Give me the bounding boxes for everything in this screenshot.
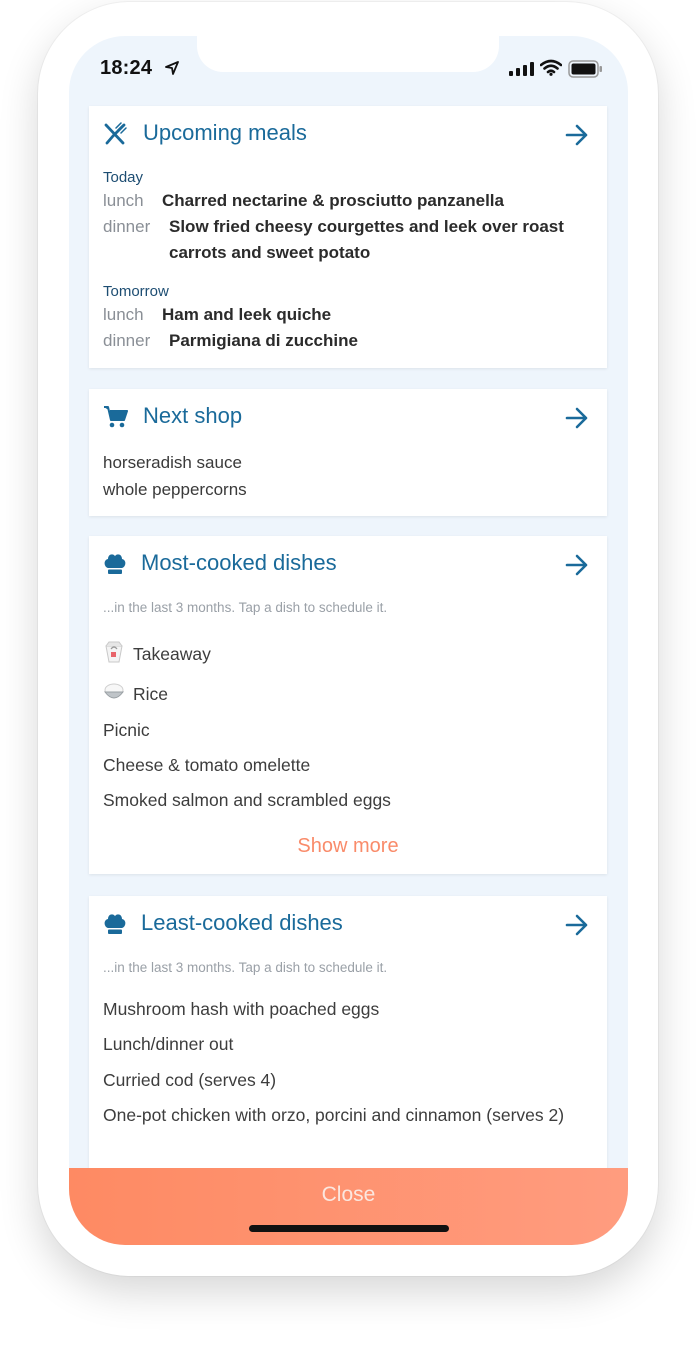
dish-name: Lunch/dinner out xyxy=(103,1034,234,1054)
card-title: Most-cooked dishes xyxy=(141,550,337,575)
meal-row[interactable]: dinner Parmigiana di zucchine xyxy=(103,328,593,354)
chef-hat-icon xyxy=(104,914,126,934)
cart-icon xyxy=(104,406,128,428)
shopping-item: horseradish sauce xyxy=(103,453,242,472)
meal-type: dinner xyxy=(103,217,151,236)
card-title: Least-cooked dishes xyxy=(141,910,343,935)
meal-row[interactable]: lunch Charred nectarine & prosciutto pan… xyxy=(103,188,593,214)
card-title: Next shop xyxy=(143,403,243,428)
takeaway-box-icon xyxy=(105,641,123,663)
location-arrow-icon xyxy=(165,61,179,75)
meal-type: dinner xyxy=(103,331,151,350)
card-title: Upcoming meals xyxy=(143,120,307,145)
dish-name: Takeaway xyxy=(133,644,211,664)
card-note: ...in the last 3 months. Tap a dish to s… xyxy=(103,600,388,615)
dish-item[interactable]: Cheese & tomato omelette xyxy=(103,752,310,778)
card-note: ...in the last 3 months. Tap a dish to s… xyxy=(103,960,388,975)
day-label-today: Today xyxy=(103,169,144,186)
meal-row[interactable]: lunch Ham and leek quiche xyxy=(103,302,593,328)
upcoming-meals-card[interactable]: Upcoming meals Today lunch Charred necta… xyxy=(89,106,607,368)
dish-name: One-pot chicken with orzo, porcini and c… xyxy=(103,1105,565,1125)
chef-hat-icon xyxy=(104,554,126,574)
dish-item[interactable]: Picnic xyxy=(103,717,150,743)
dish-name: Rice xyxy=(133,684,169,704)
arrow-right-icon[interactable] xyxy=(565,914,589,936)
cutlery-icon xyxy=(104,122,127,145)
dish-item[interactable]: One-pot chicken with orzo, porcini and c… xyxy=(103,1102,583,1128)
status-time: 18:24 xyxy=(100,57,153,79)
app-screen: 18:24 Upcoming meals Today lunch Charred… xyxy=(69,36,628,1245)
dish-item[interactable]: Lunch/dinner out xyxy=(103,1031,233,1057)
most-cooked-card: Most-cooked dishes ...in the last 3 mont… xyxy=(89,536,607,874)
close-button[interactable]: Close xyxy=(69,1168,628,1245)
rice-bowl-icon xyxy=(103,683,125,699)
dish-name: Picnic xyxy=(103,720,150,740)
dish-name: Smoked salmon and scrambled eggs xyxy=(103,790,391,810)
dish-item[interactable]: Mushroom hash with poached eggs xyxy=(103,996,379,1022)
meal-name: Parmigiana di zucchine xyxy=(169,331,358,350)
battery-icon xyxy=(568,60,602,78)
signal-icon xyxy=(509,62,534,76)
meal-row[interactable]: dinner Slow fried cheesy courgettes and … xyxy=(103,214,593,266)
shopping-item: whole peppercorns xyxy=(103,480,247,499)
dish-name: Curried cod (serves 4) xyxy=(103,1070,277,1090)
day-label-tomorrow: Tomorrow xyxy=(103,283,169,300)
status-bar: 18:24 xyxy=(69,36,628,96)
next-shop-card[interactable]: Next shop horseradish sauce whole pepper… xyxy=(89,389,607,516)
arrow-right-icon[interactable] xyxy=(565,554,589,576)
dish-item-rice[interactable]: Rice xyxy=(103,681,168,707)
dish-item[interactable]: Curried cod (serves 4) xyxy=(103,1067,276,1093)
meal-name: Ham and leek quiche xyxy=(162,305,332,324)
dish-item-takeaway[interactable]: Takeaway xyxy=(103,641,211,667)
dish-name: Cheese & tomato omelette xyxy=(103,755,311,775)
meal-name: Slow fried cheesy courgettes and leek ov… xyxy=(169,217,564,262)
show-more-button[interactable]: Show more xyxy=(89,835,607,858)
close-button-label: Close xyxy=(321,1183,376,1206)
wifi-icon xyxy=(540,59,562,76)
meal-type: lunch xyxy=(103,191,144,210)
dish-item[interactable]: Smoked salmon and scrambled eggs xyxy=(103,787,391,813)
arrow-right-icon[interactable] xyxy=(565,407,589,429)
meal-type: lunch xyxy=(103,305,144,324)
meal-name: Charred nectarine & prosciutto panzanell… xyxy=(162,191,504,210)
arrow-right-icon[interactable] xyxy=(565,124,589,146)
dish-name: Mushroom hash with poached eggs xyxy=(103,999,380,1019)
home-indicator[interactable] xyxy=(249,1225,449,1232)
